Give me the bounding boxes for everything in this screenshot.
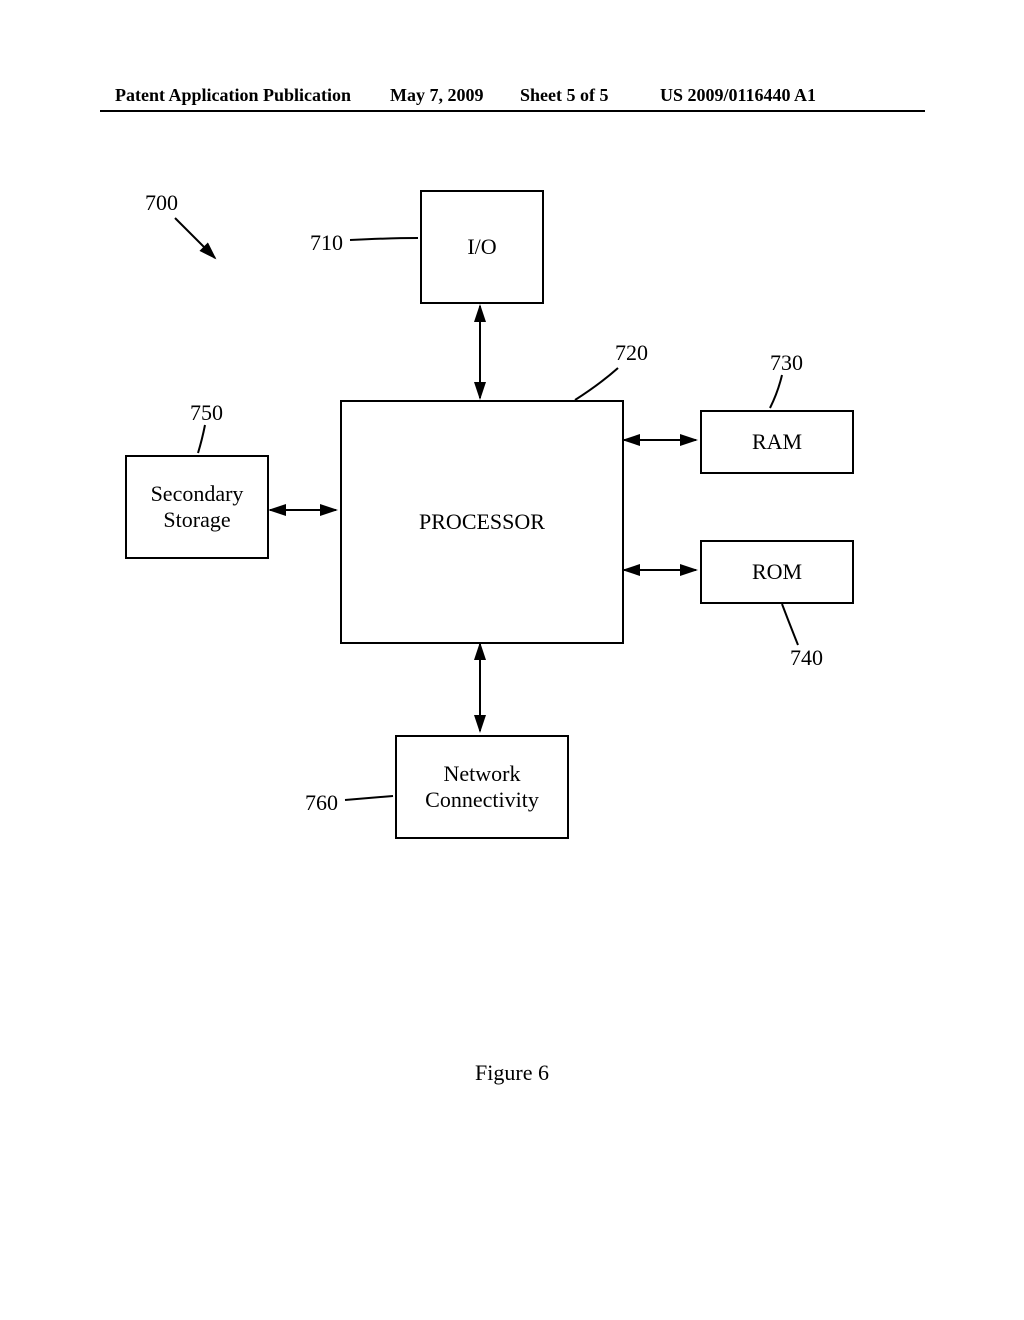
- connector-lines: [0, 0, 1024, 1320]
- block-diagram: I/O PROCESSOR RAM ROM Secondary Storage …: [0, 0, 1024, 1320]
- figure-caption: Figure 6: [0, 1060, 1024, 1086]
